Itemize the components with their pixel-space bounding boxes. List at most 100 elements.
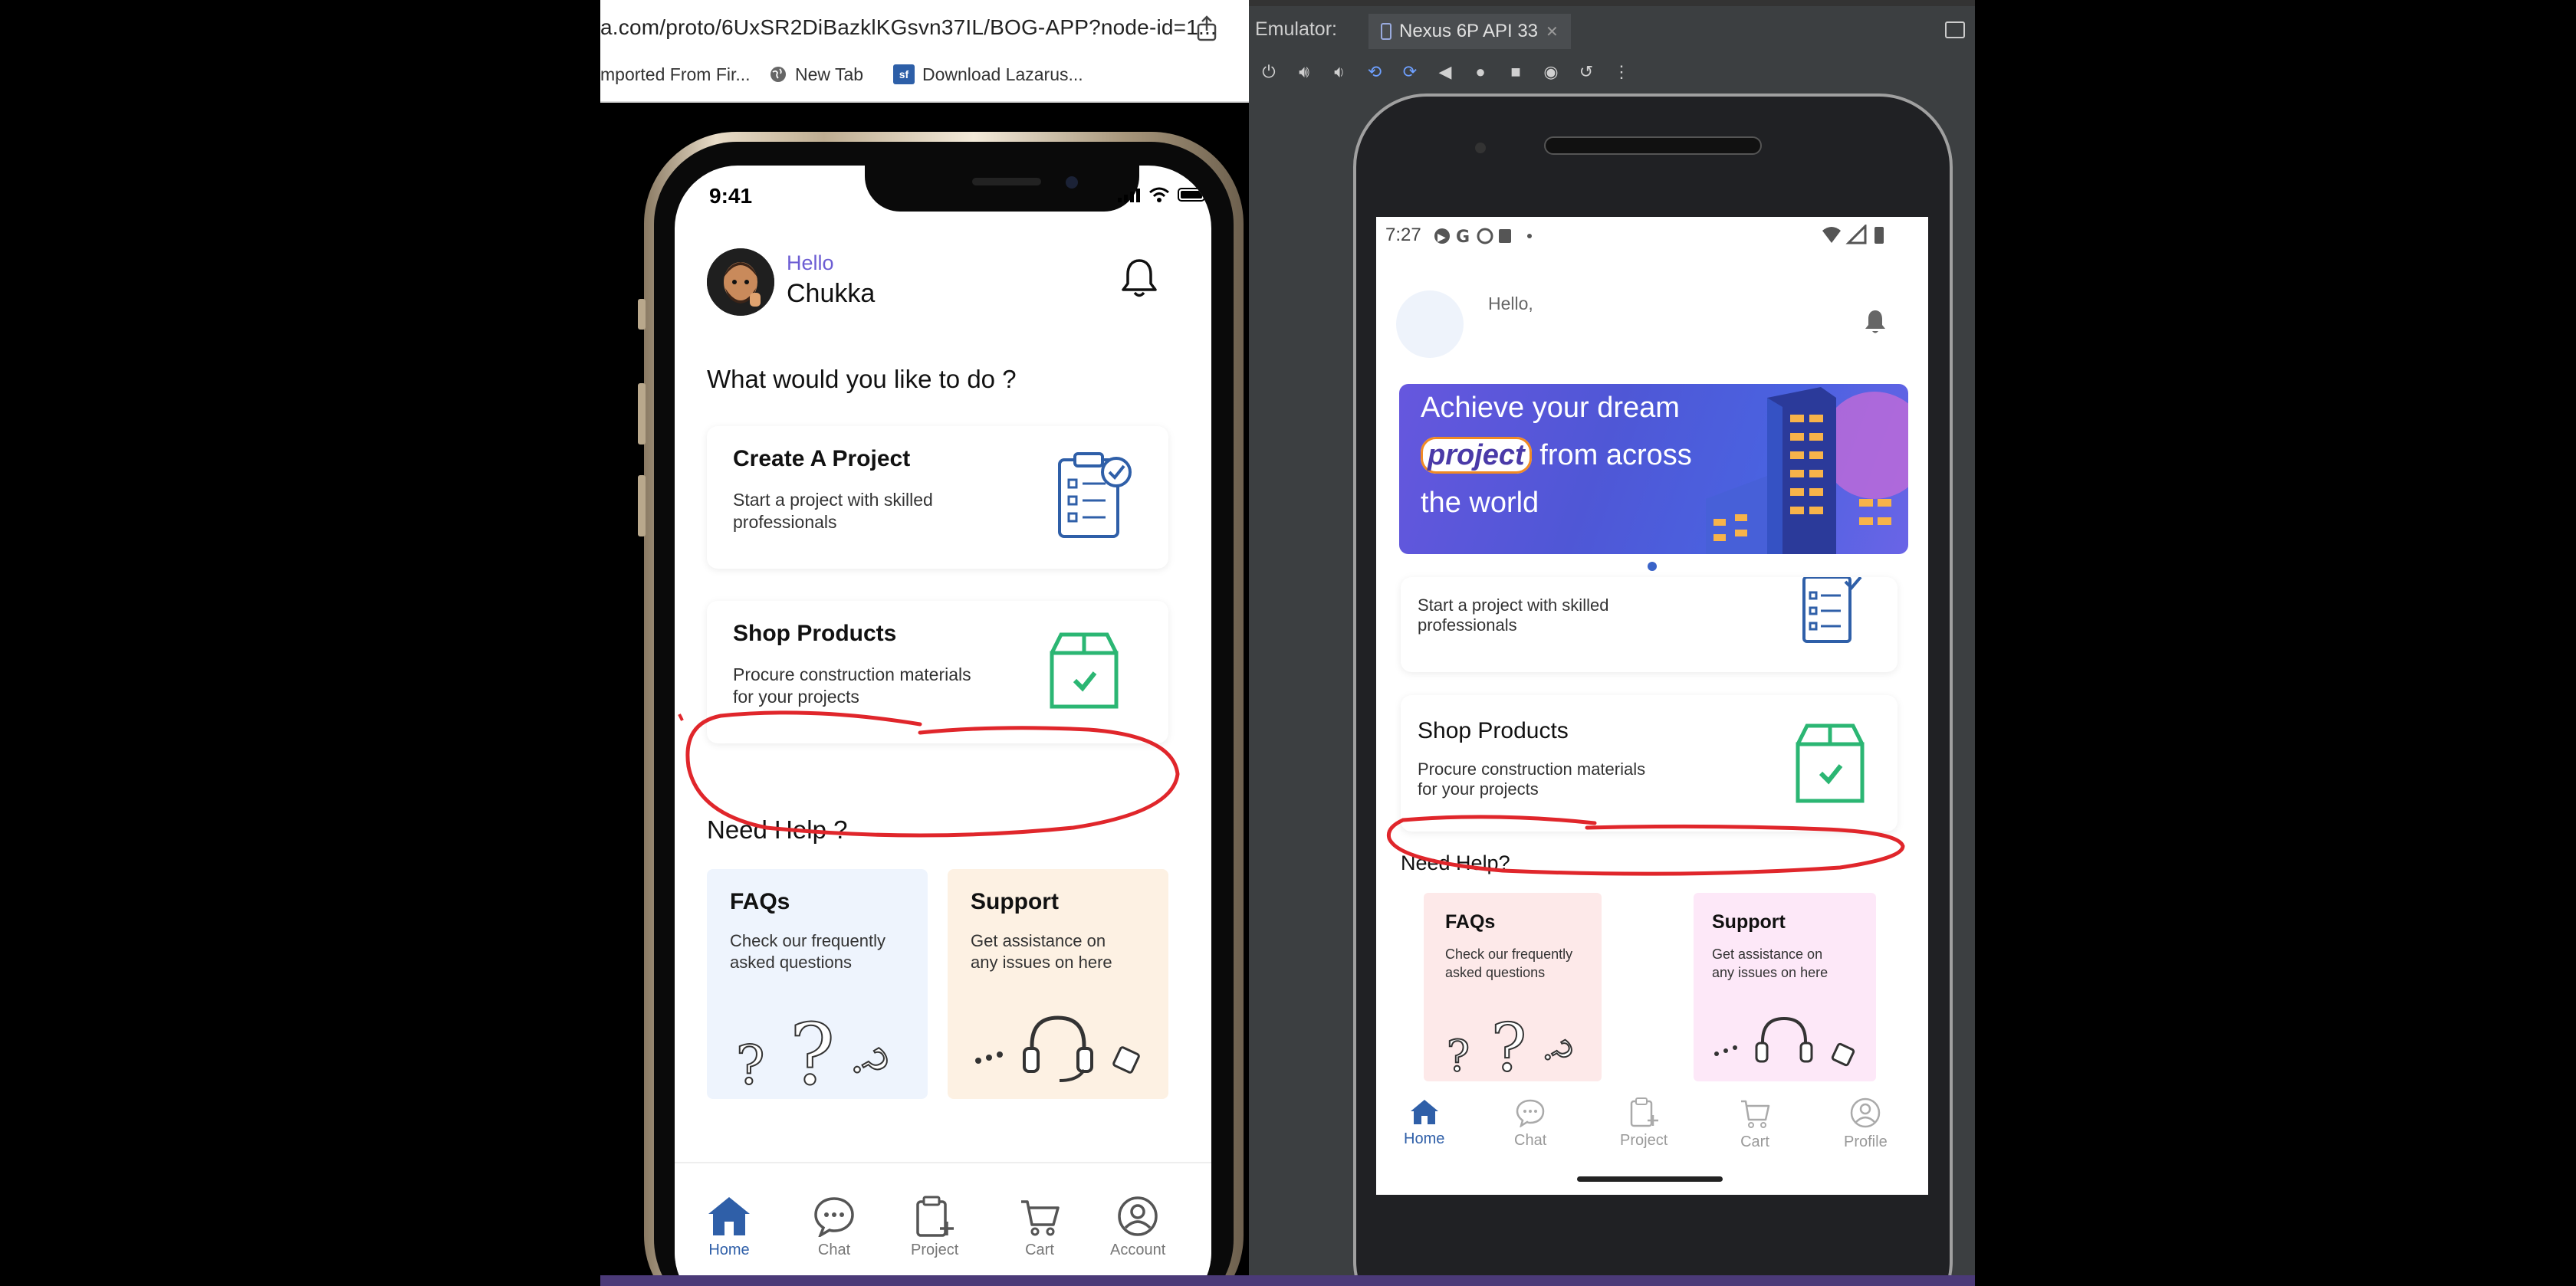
bottom-navigation: Home Chat Project	[1376, 1081, 1928, 1195]
nav-project[interactable]: Project	[1620, 1097, 1668, 1150]
window-mode-icon[interactable]	[1945, 21, 1965, 38]
building-illustration-icon	[1706, 387, 1908, 554]
svg-text:?: ?	[790, 1007, 835, 1091]
account-icon	[1118, 1196, 1158, 1236]
faqs-description: Check our frequently asked questions	[1445, 946, 1573, 980]
battery-icon	[1178, 188, 1208, 202]
android-emulator-panel: Emulator: Nexus 6P API 33 ✕ ⏻ 🔊︎ 🔉︎ ⟲ ⟳ …	[1249, 0, 1975, 1286]
card-title: Create A Project	[733, 446, 911, 471]
browser-window: a.com/proto/6UxSR2DiBazklKGsvn37IL/BOG-A…	[600, 0, 1249, 1286]
back-icon[interactable]: ◀	[1434, 61, 1456, 83]
need-help-title: Need Help ?	[707, 815, 848, 844]
share-icon[interactable]	[1195, 15, 1218, 41]
nav-label: Chat	[1514, 1132, 1547, 1149]
support-card[interactable]: Support Get assistance on any issues on …	[1694, 893, 1876, 1081]
support-card[interactable]: Support Get assistance on any issues on …	[948, 869, 1168, 1099]
faqs-card[interactable]: FAQs Check our frequently asked question…	[707, 869, 928, 1099]
nav-chat[interactable]: Chat	[813, 1196, 856, 1259]
headset-icon	[1714, 1016, 1855, 1067]
rotate-right-icon[interactable]: ⟳	[1399, 61, 1421, 83]
card-description: Start a project with skilled professiona…	[733, 490, 933, 532]
profile-icon	[1851, 1097, 1881, 1128]
nav-label: Home	[708, 1242, 750, 1258]
nav-label: Project	[1620, 1132, 1668, 1149]
faqs-title: FAQs	[1445, 911, 1496, 933]
volume-up-icon[interactable]: 🔊︎	[1293, 61, 1315, 83]
front-camera	[1066, 176, 1078, 189]
gesture-home-bar[interactable]	[1577, 1176, 1723, 1182]
bookmark-imported[interactable]: mported From Fir...	[600, 63, 751, 86]
close-icon[interactable]: ✕	[1546, 22, 1559, 41]
nav-account[interactable]: Account	[1110, 1196, 1165, 1259]
nav-cart[interactable]: Cart	[1740, 1098, 1770, 1151]
card-description: Procure construction materials for your …	[1418, 759, 1646, 799]
nav-home[interactable]: Home	[705, 1194, 753, 1259]
chat-icon	[814, 1197, 854, 1237]
svg-text:G: G	[1456, 228, 1470, 246]
nav-label: Home	[1404, 1130, 1445, 1147]
greeting-label: Hello,	[1488, 294, 1533, 313]
faqs-card[interactable]: FAQs Check our frequently asked question…	[1424, 893, 1602, 1081]
power-icon[interactable]: ⏻	[1258, 61, 1280, 83]
front-camera	[1475, 143, 1486, 153]
bottom-strip	[600, 1275, 1975, 1286]
avatar[interactable]	[1396, 290, 1464, 358]
shop-products-card[interactable]: Shop Products Procure construction mater…	[1401, 695, 1898, 832]
globe-icon	[770, 67, 786, 82]
create-project-card[interactable]: Start a project with skilled professiona…	[1401, 577, 1898, 672]
banner-highlight: project	[1421, 437, 1532, 474]
volume-down-button	[638, 475, 646, 536]
mute-switch	[638, 299, 646, 330]
nav-label: Project	[911, 1242, 959, 1258]
android-app-screen: 7:27 ▶ G Hello, Achieve your dream proje…	[1376, 217, 1928, 1195]
question-marks-icon: ? ? ?	[1446, 1009, 1582, 1077]
rotate-left-icon[interactable]: ⟲	[1364, 61, 1385, 83]
nav-label: Chat	[817, 1242, 851, 1258]
nav-project[interactable]: Project	[911, 1196, 958, 1259]
support-description: Get assistance on any issues on here	[1712, 946, 1829, 980]
device-tab[interactable]: Nexus 6P API 33 ✕	[1368, 14, 1571, 49]
create-project-card[interactable]: Create A Project Start a project with sk…	[707, 426, 1168, 569]
bookmark-new-tab[interactable]: New Tab	[769, 63, 863, 86]
camera-icon[interactable]: ◉	[1540, 61, 1562, 83]
snapshot-icon[interactable]: ↺	[1576, 61, 1597, 83]
nav-home[interactable]: Home	[1404, 1098, 1444, 1148]
home-button-icon[interactable]: ●	[1470, 61, 1491, 83]
status-bar: 7:27 ▶ G	[1376, 217, 1928, 254]
card-title: Shop Products	[1418, 718, 1569, 743]
system-status-icons	[1822, 225, 1884, 244]
title-strip	[1249, 0, 1975, 6]
url-text[interactable]: a.com/proto/6UxSR2DiBazklKGsvn37IL/BOG-A…	[600, 15, 1217, 40]
nav-label: Profile	[1844, 1133, 1888, 1150]
more-icon[interactable]: ⋮	[1611, 61, 1632, 83]
volume-down-icon[interactable]: 🔉︎	[1329, 61, 1350, 83]
nav-profile[interactable]: Profile	[1844, 1097, 1888, 1151]
nav-cart[interactable]: Cart	[1020, 1197, 1060, 1259]
bell-icon[interactable]	[1119, 256, 1159, 299]
address-bar[interactable]: a.com/proto/6UxSR2DiBazklKGsvn37IL/BOG-A…	[600, 0, 1249, 60]
package-check-icon	[1050, 632, 1119, 709]
question-marks-icon: ? ? ?	[735, 1007, 899, 1091]
notch	[865, 166, 1139, 212]
shop-products-card[interactable]: Shop Products Procure construction mater…	[707, 601, 1168, 743]
banner-line-2: project from across	[1421, 437, 1692, 474]
nav-chat[interactable]: Chat	[1514, 1098, 1546, 1150]
bell-icon[interactable]	[1864, 309, 1887, 335]
need-help-title: Need Help?	[1401, 851, 1510, 874]
avatar[interactable]	[707, 248, 774, 316]
svg-text:?: ?	[1491, 1010, 1526, 1077]
promo-banner[interactable]: Achieve your dream project from across t…	[1399, 384, 1908, 554]
device-tab-label: Nexus 6P API 33	[1399, 21, 1539, 41]
sf-icon: sf	[893, 64, 915, 84]
support-title: Support	[971, 889, 1059, 914]
card-title: Shop Products	[733, 621, 897, 646]
bookmark-download-lazarus[interactable]: sf Download Lazarus...	[893, 63, 1083, 86]
clipboard-add-icon	[1630, 1097, 1659, 1127]
overview-icon[interactable]: ■	[1505, 61, 1526, 83]
clipboard-checklist-icon	[1802, 577, 1862, 643]
home-icon	[708, 1197, 750, 1235]
status-time: 7:27	[1385, 225, 1421, 245]
ios-app-screen: 9:41 Hello Chukka What would you like to…	[675, 166, 1211, 1286]
greeting-label: Hello	[787, 251, 834, 274]
carousel-indicator[interactable]	[1648, 562, 1657, 571]
